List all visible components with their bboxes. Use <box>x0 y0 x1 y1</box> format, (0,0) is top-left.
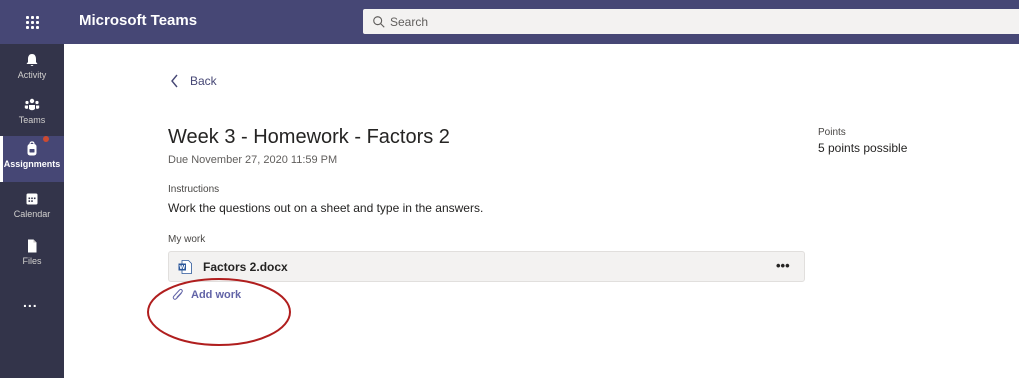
rail-item-calendar[interactable]: Calendar <box>0 186 64 228</box>
annotation-circle <box>147 278 291 346</box>
search-input[interactable]: Search <box>363 9 1019 34</box>
file-icon <box>28 239 37 253</box>
rail-item-activity[interactable]: Activity <box>0 47 64 89</box>
app-bar: Activity Teams Assignments Calendar File… <box>0 44 64 378</box>
rail-item-label: Teams <box>18 115 46 125</box>
teams-people-icon <box>24 98 40 111</box>
more-options-button[interactable]: ••• <box>776 258 790 273</box>
rail-item-assignments[interactable]: Assignments <box>0 136 64 182</box>
calendar-icon <box>26 193 38 205</box>
back-label: Back <box>190 74 217 88</box>
back-button[interactable]: Back <box>170 74 217 88</box>
rail-item-label: Assignments <box>3 159 61 169</box>
points-label: Points <box>818 127 846 138</box>
due-date: Due November 27, 2020 11:59 PM <box>168 154 338 166</box>
more-apps-button[interactable]: ... <box>23 294 38 310</box>
search-placeholder: Search <box>390 14 429 29</box>
bell-icon <box>26 54 38 66</box>
chevron-left-icon <box>171 74 178 88</box>
rail-item-teams[interactable]: Teams <box>0 92 64 134</box>
app-header: Microsoft Teams Search <box>0 0 1019 44</box>
assignment-title: Week 3 - Homework - Factors 2 <box>168 126 450 148</box>
rail-item-label: Activity <box>17 70 47 80</box>
instructions-label: Instructions <box>168 184 220 195</box>
app-title: Microsoft Teams <box>79 12 198 29</box>
backpack-icon <box>27 141 37 156</box>
my-work-label: My work <box>168 234 206 245</box>
file-name: Factors 2.docx <box>203 260 288 274</box>
rail-item-files[interactable]: Files <box>0 233 64 275</box>
rail-item-label: Files <box>22 256 42 266</box>
search-icon <box>373 15 385 28</box>
word-document-icon: W <box>178 260 192 274</box>
svg-text:W: W <box>179 265 185 271</box>
points-value: 5 points possible <box>818 141 908 155</box>
rail-item-label: Calendar <box>13 209 51 219</box>
notification-dot <box>43 136 49 142</box>
instructions-text: Work the questions out on a sheet and ty… <box>168 201 484 215</box>
waffle-grid-icon <box>25 15 39 29</box>
app-launcher-button[interactable] <box>0 0 64 44</box>
active-indicator <box>0 136 3 182</box>
